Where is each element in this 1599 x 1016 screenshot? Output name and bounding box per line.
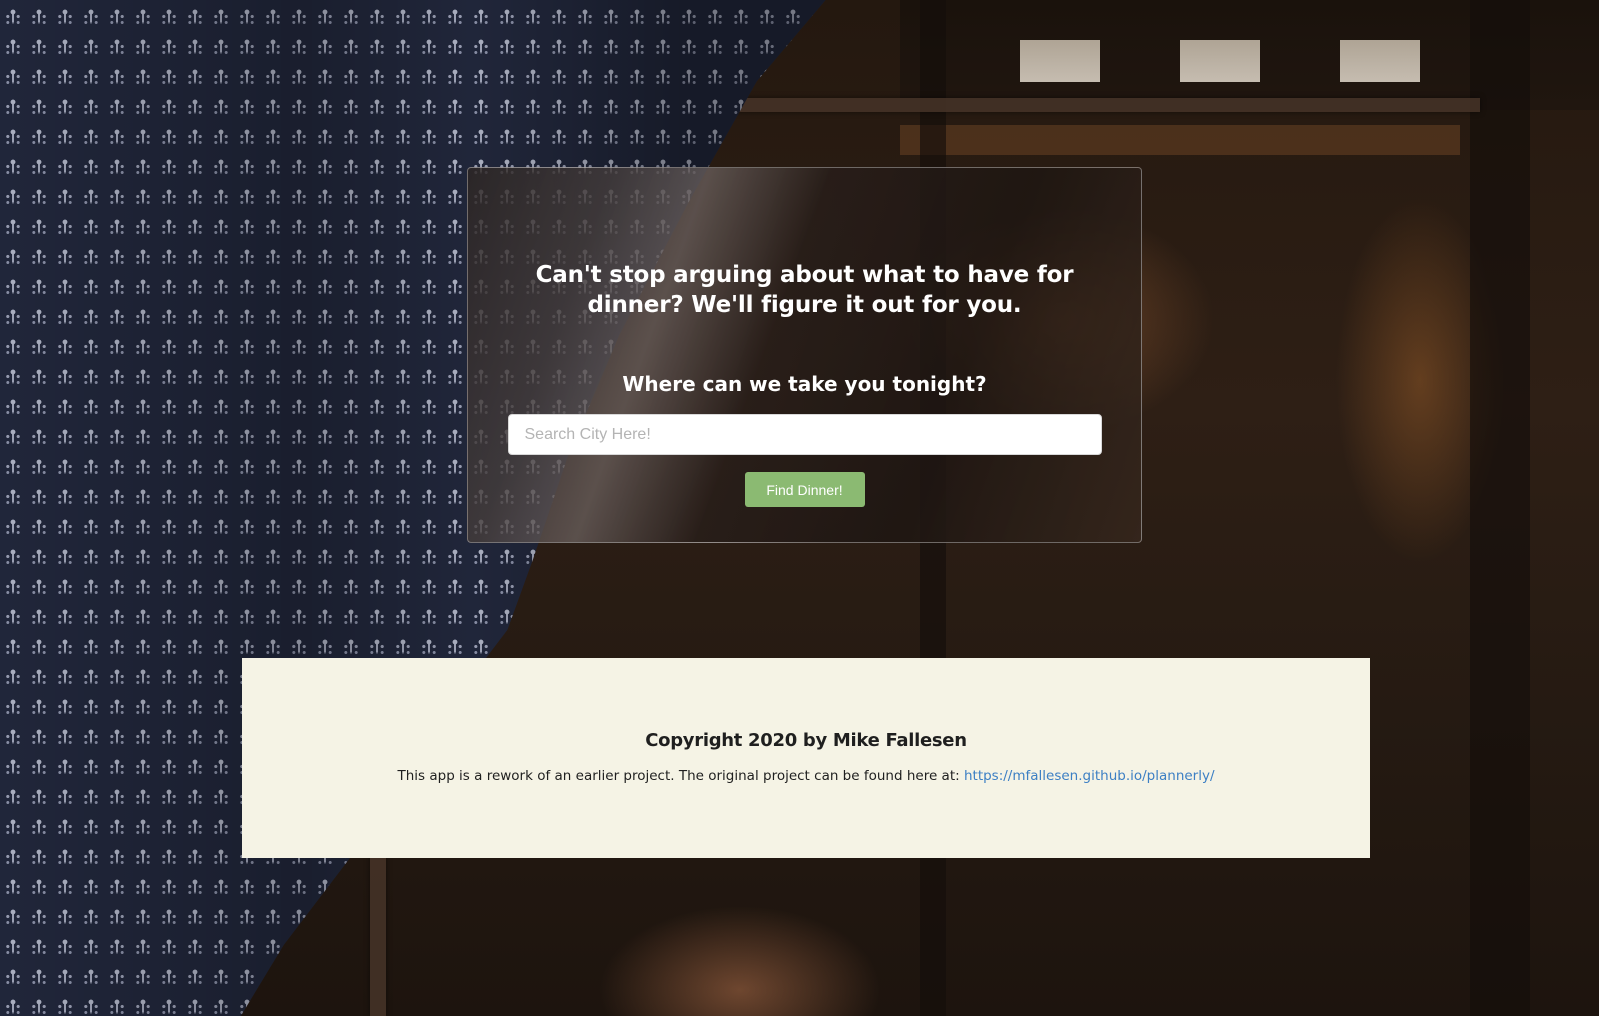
footer-description-line: This app is a rework of an earlier proje… bbox=[242, 767, 1370, 785]
window-pane bbox=[1020, 40, 1100, 82]
city-search-input[interactable] bbox=[507, 414, 1102, 455]
window-pane bbox=[1180, 40, 1260, 82]
hero-subheading: Where can we take you tonight? bbox=[622, 372, 987, 396]
door-frame bbox=[1470, 0, 1530, 1016]
original-project-link[interactable]: https://mfallesen.github.io/plannerly/ bbox=[964, 768, 1215, 784]
hero-card: Can't stop arguing about what to have fo… bbox=[467, 167, 1142, 543]
find-dinner-button[interactable]: Find Dinner! bbox=[744, 472, 865, 507]
footer-copyright: Copyright 2020 by Mike Fallesen bbox=[645, 730, 967, 751]
window-pane bbox=[1340, 40, 1420, 82]
footer: Copyright 2020 by Mike Fallesen This app… bbox=[242, 658, 1370, 858]
hero-headline: Can't stop arguing about what to have fo… bbox=[535, 262, 1074, 318]
footer-description: This app is a rework of an earlier proje… bbox=[397, 768, 960, 784]
shelf-glow bbox=[900, 125, 1460, 155]
